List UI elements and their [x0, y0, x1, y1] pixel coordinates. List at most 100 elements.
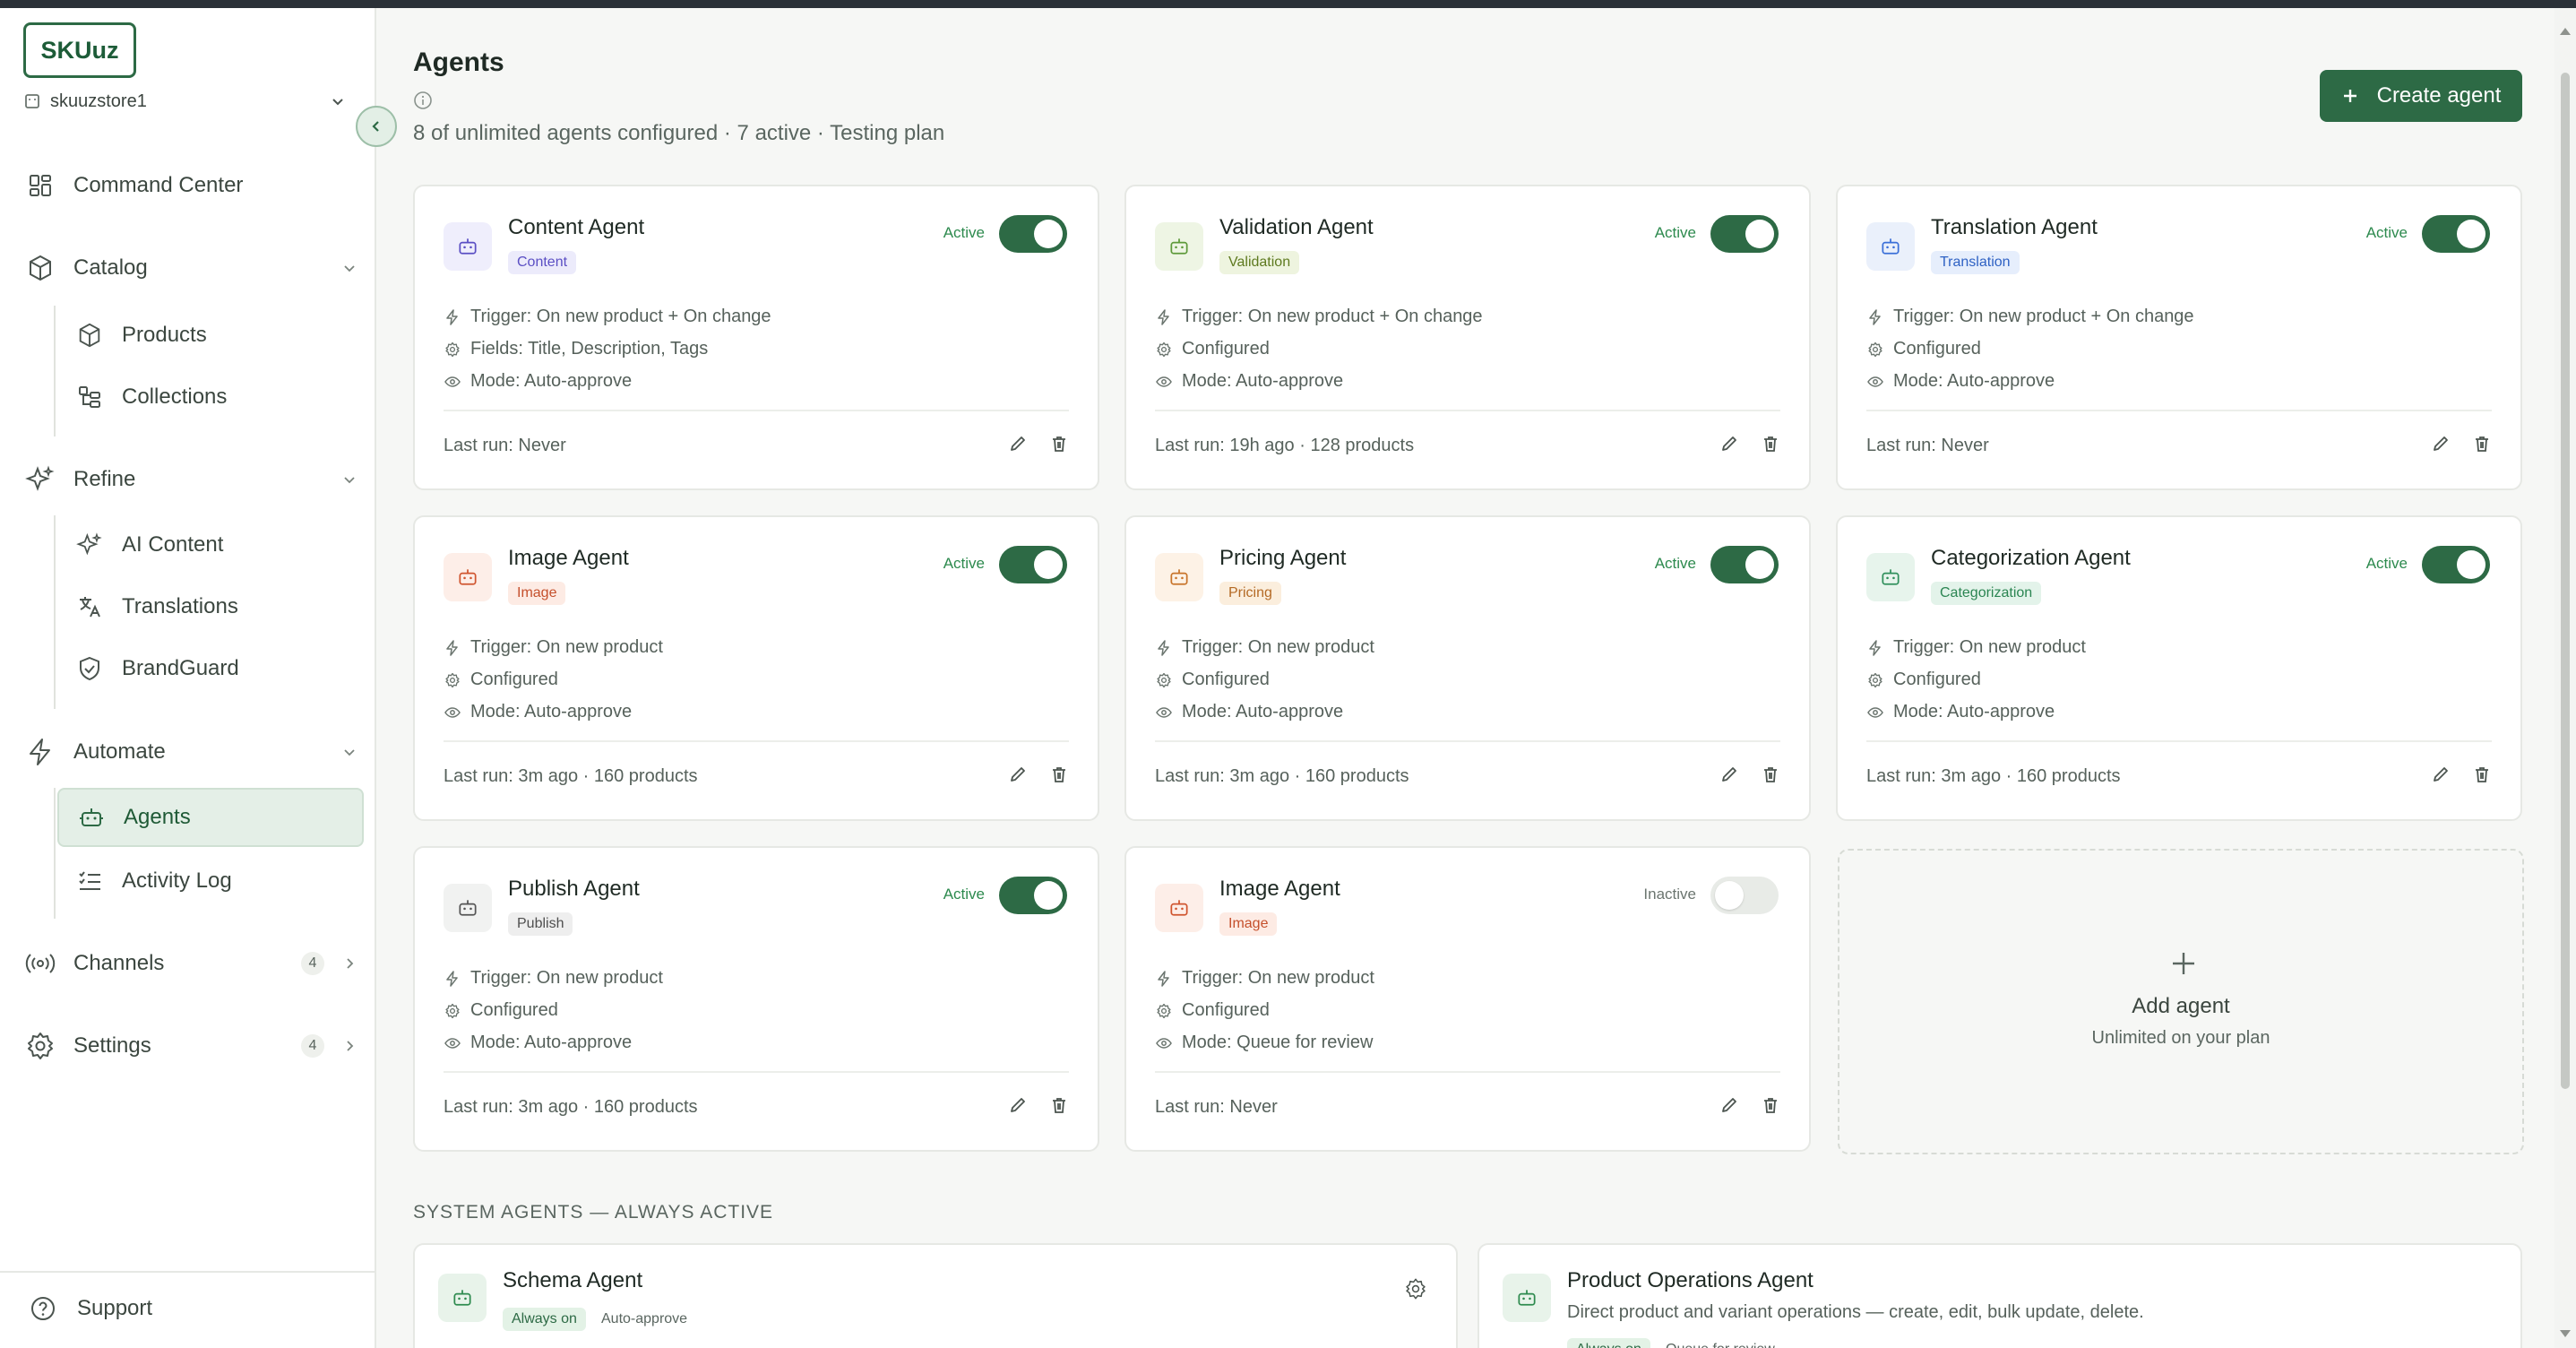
agent-active-toggle[interactable]	[2422, 215, 2490, 253]
gear-icon	[1155, 1002, 1173, 1020]
sidebar-item-settings[interactable]: Settings 4	[25, 1021, 357, 1071]
agent-card[interactable]: Image Agent Image Active Trigger: On new pr…	[413, 515, 1099, 821]
page-scrollbar[interactable]	[2554, 8, 2576, 1348]
agent-last-run: Last run: 3m ago · 160 products	[444, 766, 698, 786]
create-agent-label: Create agent	[2376, 83, 2502, 108]
agent-card[interactable]: Image Agent Image Inactive Trigger: On new …	[1124, 846, 1811, 1152]
scroll-up-arrow[interactable]	[2560, 28, 2571, 35]
brand-logo[interactable]: SKUuz	[23, 22, 136, 78]
sidebar-item-label: Catalog	[73, 255, 148, 280]
sparkles-icon	[75, 531, 104, 559]
sidebar-item-collections[interactable]: Collections	[57, 367, 364, 427]
agent-mode: Mode: Auto-approve	[1866, 702, 2055, 722]
trash-icon[interactable]	[2472, 434, 2492, 454]
edit-icon[interactable]	[1719, 434, 1739, 454]
agent-card[interactable]: Publish Agent Publish Active Trigger: On ne…	[413, 846, 1099, 1152]
edit-icon[interactable]	[2431, 434, 2451, 454]
create-agent-button[interactable]: Create agent	[2320, 70, 2522, 122]
gear-icon	[1155, 671, 1173, 689]
agent-active-toggle[interactable]	[999, 546, 1067, 583]
agent-actions	[1719, 765, 1780, 784]
trash-icon[interactable]	[1761, 765, 1780, 784]
agent-config-text: Configured	[1182, 1000, 1270, 1020]
sidebar-item-label: Products	[122, 323, 207, 347]
edit-icon[interactable]	[2431, 765, 2451, 784]
agent-active-toggle[interactable]	[999, 877, 1067, 914]
store-switcher[interactable]: skuuzstore1	[23, 82, 346, 121]
agent-mode-text: Mode: Auto-approve	[470, 371, 633, 391]
edit-icon[interactable]	[1008, 765, 1028, 784]
chevron-down-icon	[344, 749, 355, 756]
support-label: Support	[77, 1296, 153, 1320]
sidebar-item-automate[interactable]: Automate	[25, 727, 357, 777]
collections-icon	[75, 383, 104, 411]
system-agent-name: Product Operations Agent	[1567, 1268, 1814, 1292]
trash-icon[interactable]	[1049, 434, 1069, 454]
trash-icon[interactable]	[2472, 765, 2492, 784]
nav-tree-line	[54, 306, 56, 436]
sidebar-item-catalog[interactable]: Catalog	[25, 243, 357, 293]
agent-config-text: Configured	[470, 670, 558, 689]
agent-trigger: Trigger: On new product + On change	[1155, 307, 1483, 327]
trash-icon[interactable]	[1761, 1095, 1780, 1115]
support-link[interactable]: Support	[29, 1294, 152, 1323]
sidebar-item-agents[interactable]: Agents	[57, 788, 364, 847]
agent-card[interactable]: Pricing Agent Pricing Active Trigger: On ne…	[1124, 515, 1811, 821]
agent-card[interactable]: Categorization Agent Categorization Active…	[1836, 515, 2522, 821]
trash-icon[interactable]	[1049, 1095, 1069, 1115]
sidebar-item-label: Automate	[73, 739, 166, 764]
sidebar-item-products[interactable]: Products	[57, 306, 364, 365]
sidebar-item-command-center[interactable]: Command Center	[25, 160, 357, 211]
info-icon[interactable]	[413, 91, 433, 110]
gear-icon	[1866, 341, 1884, 359]
card-divider	[444, 1071, 1069, 1073]
robot-icon	[1155, 222, 1203, 271]
agent-trigger-text: Trigger: On new product	[470, 968, 663, 988]
agent-last-run: Last run: Never	[1155, 1097, 1278, 1117]
sidebar-item-refine[interactable]: Refine	[25, 454, 357, 505]
sidebar: SKUuz skuuzstore1 Command Center Catalog…	[0, 8, 376, 1348]
lightning-icon	[25, 737, 56, 767]
scrollbar-thumb[interactable]	[2561, 73, 2570, 1089]
sidebar-item-ai-content[interactable]: AI Content	[57, 515, 364, 575]
agent-active-toggle[interactable]	[999, 215, 1067, 253]
agent-active-toggle[interactable]	[1710, 215, 1779, 253]
edit-icon[interactable]	[1719, 765, 1739, 784]
sidebar-item-translations[interactable]: Translations	[57, 577, 364, 636]
trash-icon[interactable]	[1761, 434, 1780, 454]
agent-card[interactable]: Content Agent Content Active Trigger: On ne…	[413, 185, 1099, 490]
edit-icon[interactable]	[1719, 1095, 1739, 1115]
agent-card[interactable]: Validation Agent Validation Active Trigger:…	[1124, 185, 1811, 490]
sidebar-item-activity-log[interactable]: Activity Log	[57, 851, 364, 911]
agent-active-toggle[interactable]	[1710, 546, 1779, 583]
scroll-down-arrow[interactable]	[2560, 1330, 2571, 1337]
gear-icon	[444, 671, 461, 689]
system-agent-card[interactable]: Product Operations Agent Direct product …	[1478, 1243, 2522, 1348]
sidebar-item-channels[interactable]: Channels 4	[25, 938, 357, 989]
gear-icon[interactable]	[1404, 1277, 1427, 1300]
agent-active-toggle[interactable]	[2422, 546, 2490, 583]
robot-icon	[77, 803, 106, 832]
edit-icon[interactable]	[1008, 1095, 1028, 1115]
collapse-sidebar-button[interactable]	[356, 106, 397, 147]
agent-last-run: Last run: 3m ago · 160 products	[1155, 766, 1409, 786]
card-divider	[1155, 410, 1780, 411]
card-divider	[444, 410, 1069, 411]
agent-card[interactable]: Translation Agent Translation Active Trigge…	[1836, 185, 2522, 490]
chevron-right-icon	[347, 958, 354, 969]
sidebar-item-brandguard[interactable]: BrandGuard	[57, 639, 364, 698]
agent-config: Configured	[1866, 670, 1981, 690]
agent-mode-text: Mode: Queue for review	[1182, 1033, 1374, 1052]
agent-last-run: Last run: 19h ago · 128 products	[1155, 436, 1415, 455]
sidebar-footer: Support	[0, 1271, 376, 1348]
add-agent-card[interactable]: Add agent Unlimited on your plan	[1838, 849, 2524, 1154]
lightning-icon	[1155, 639, 1173, 657]
trash-icon[interactable]	[1049, 765, 1069, 784]
agent-status-label: Active	[943, 886, 985, 903]
plus-icon	[2173, 953, 2194, 974]
system-agent-card[interactable]: Schema Agent Always on Auto-approve	[413, 1243, 1458, 1348]
agent-active-toggle[interactable]	[1710, 877, 1779, 914]
card-divider	[1866, 410, 2492, 411]
robot-icon	[444, 553, 492, 601]
edit-icon[interactable]	[1008, 434, 1028, 454]
